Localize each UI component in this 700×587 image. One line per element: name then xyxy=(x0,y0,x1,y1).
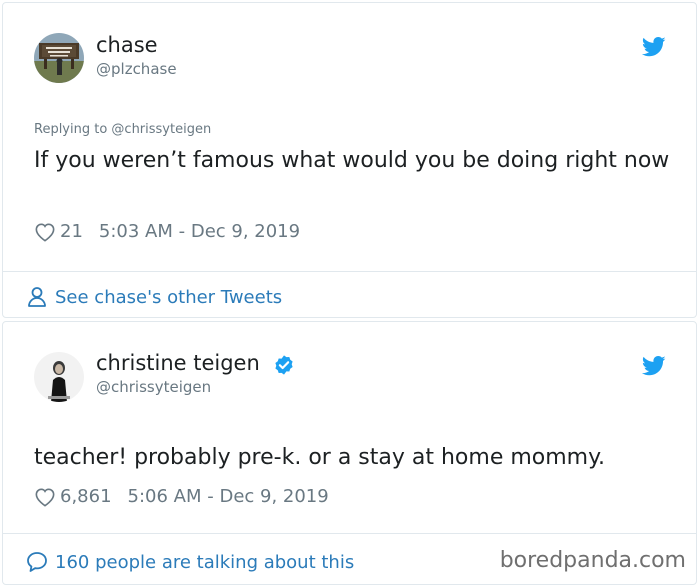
twitter-bird-icon[interactable] xyxy=(642,356,666,376)
tweet-text: If you weren’t famous what would you be … xyxy=(34,148,670,173)
user-handle[interactable]: @chrissyteigen xyxy=(96,378,211,396)
replying-to-label[interactable]: Replying to @chrissyteigen xyxy=(34,122,211,137)
display-name[interactable]: chase xyxy=(96,33,158,57)
user-handle[interactable]: @plzchase xyxy=(96,60,177,78)
tweet-meta: 6,861 5:06 AM - Dec 9, 2019 xyxy=(34,486,329,507)
tweet-meta: 21 5:03 AM - Dec 9, 2019 xyxy=(34,221,300,242)
avatar[interactable] xyxy=(34,33,84,83)
road-sign-photo-icon xyxy=(34,33,84,83)
see-other-tweets-label: See chase's other Tweets xyxy=(55,286,283,308)
like-count[interactable]: 6,861 xyxy=(60,486,112,507)
see-other-tweets-link[interactable]: See chase's other Tweets xyxy=(25,285,282,309)
tweet-card-chase[interactable]: chase @plzchase Replying to @chrissyteig… xyxy=(2,2,697,318)
conversation-link[interactable]: 160 people are talking about this xyxy=(25,550,354,574)
speech-bubble-icon xyxy=(27,552,47,572)
conversation-label: 160 people are talking about this xyxy=(55,551,355,573)
divider xyxy=(3,533,696,534)
watermark: boredpanda.com xyxy=(499,548,686,573)
screenshot-page: chase @plzchase Replying to @chrissyteig… xyxy=(0,0,700,587)
divider xyxy=(3,271,696,272)
avatar[interactable] xyxy=(34,352,84,402)
tweet-card-christine[interactable]: christine teigen @chrissyteigen teacher!… xyxy=(2,321,697,585)
twitter-bird-icon[interactable] xyxy=(642,37,666,57)
like-count[interactable]: 21 xyxy=(60,221,83,242)
portrait-photo-icon xyxy=(34,352,84,402)
verified-badge-icon xyxy=(275,355,293,375)
heart-icon[interactable] xyxy=(34,222,56,242)
display-name[interactable]: christine teigen xyxy=(96,351,260,375)
tweet-text: teacher! probably pre-k. or a stay at ho… xyxy=(34,445,605,470)
heart-icon[interactable] xyxy=(34,487,56,507)
timestamp[interactable]: 5:03 AM - Dec 9, 2019 xyxy=(99,221,300,242)
person-icon xyxy=(28,287,46,307)
timestamp[interactable]: 5:06 AM - Dec 9, 2019 xyxy=(128,486,329,507)
